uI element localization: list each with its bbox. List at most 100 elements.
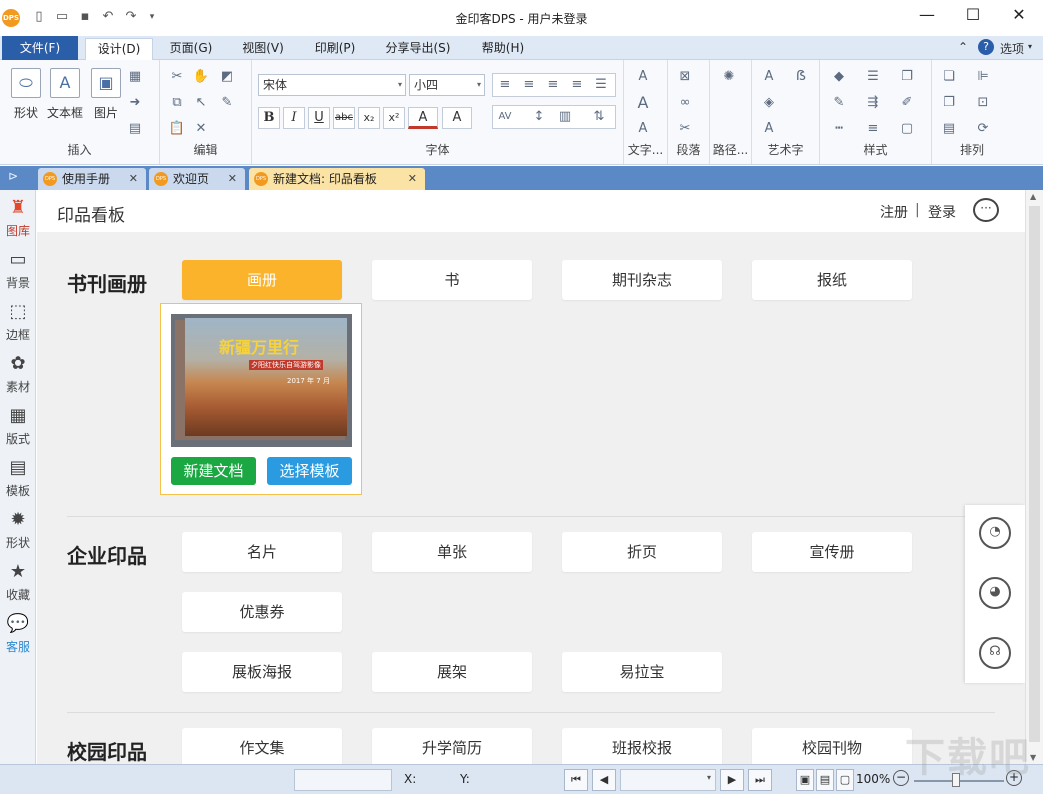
minimize-button[interactable]: — [904,0,950,32]
align-justify-icon[interactable]: ≡ [568,76,586,94]
text-direction-icon[interactable]: ⇅ [590,108,608,126]
link-icon[interactable]: ∞ [676,94,694,112]
qq-icon[interactable]: ◔ [979,517,1011,549]
close-icon[interactable]: ✕ [228,168,237,190]
fit-width-icon[interactable]: ▤ [816,769,834,791]
scroll-thumb[interactable] [1029,206,1040,742]
sidebar-item-border[interactable]: ⬚ 边框 [0,300,36,343]
category-newspaper[interactable]: 报纸 [752,260,912,300]
fill-color-icon[interactable]: ◆ [830,68,848,86]
grid-insert-icon[interactable]: ▤ [126,120,144,138]
category-essay-collection[interactable]: 作文集 [182,728,342,764]
rotate-icon[interactable]: ⟳ [974,120,992,138]
text-large-icon[interactable]: A [634,94,652,112]
menu-view[interactable]: 视图(V) [232,38,294,60]
new-document-button[interactable]: 新建文档 [171,457,256,485]
art-warp-icon[interactable]: ◈ [760,94,778,112]
delete-icon[interactable]: ✕ [192,120,210,138]
category-resume[interactable]: 升学简历 [372,728,532,764]
category-business-card[interactable]: 名片 [182,532,342,572]
align-center-icon[interactable]: ≡ [520,76,538,94]
tab-welcome[interactable]: DPS 欢迎页 ✕ [149,168,245,190]
category-book[interactable]: 书 [372,260,532,300]
art-style-icon[interactable]: ẞ [792,68,810,86]
menu-page[interactable]: 页面(G) [160,38,222,60]
italic-button[interactable]: I [283,107,305,129]
copy-icon[interactable]: ⧉ [168,94,186,112]
choose-template-button[interactable]: 选择模板 [267,457,352,485]
group-icon[interactable]: ⊡ [974,94,992,112]
line-color-icon[interactable]: ✎ [830,94,848,112]
close-icon[interactable]: ✕ [408,168,417,190]
arrow-style-icon[interactable]: ⇶ [864,94,882,112]
category-magazine[interactable]: 期刊杂志 [562,260,722,300]
login-link[interactable]: 登录 [928,202,956,222]
align-distribute-icon[interactable]: ☰ [592,76,610,94]
close-icon[interactable]: ✕ [129,168,138,190]
menu-file[interactable]: 文件(F) [2,36,78,60]
category-album[interactable]: 画册 [182,260,342,300]
category-flyer[interactable]: 单张 [372,532,532,572]
superscript-button[interactable]: x² [383,107,405,129]
sidebar-item-favorites[interactable]: ★ 收藏 [0,560,36,603]
connector-icon[interactable]: ➜ [126,94,144,112]
tab-manual[interactable]: DPS 使用手册 ✕ [38,168,146,190]
options-button[interactable]: 选项 [1000,40,1024,57]
pen-icon[interactable]: ✐ [898,94,916,112]
font-color-button[interactable]: A [408,107,438,129]
dash-style-icon[interactable]: ┅ [830,120,848,138]
fit-page-icon[interactable]: ▣ [796,769,814,791]
line-weight-icon[interactable]: ≡ [864,120,882,138]
lock-icon[interactable]: ▤ [940,120,958,138]
menu-print[interactable]: 印刷(P) [304,38,366,60]
chat-icon[interactable]: ··· [973,198,999,222]
underline-button[interactable]: U [308,107,330,129]
paste-icon[interactable]: 📋 [168,120,186,138]
cut-icon[interactable]: ✂ [168,68,186,86]
category-display-rack[interactable]: 展架 [372,652,532,692]
category-rollup-banner[interactable]: 易拉宝 [562,652,722,692]
sidebar-item-gallery[interactable]: ♜ 图库 [0,196,36,239]
subscript-button[interactable]: x₂ [358,107,380,129]
select-icon[interactable]: ↖ [192,94,210,112]
next-page-button[interactable]: ▶ [720,769,744,791]
category-campus-publication[interactable]: 校园刊物 [752,728,912,764]
vertical-scrollbar[interactable]: ▲ ▼ [1025,190,1043,764]
first-page-button[interactable]: ⏮ [564,769,588,791]
menu-share-export[interactable]: 分享导出(S) [376,38,460,60]
table-icon[interactable]: ▦ [126,68,144,86]
tab-new-document[interactable]: DPS 新建文档: 印品看板 ✕ [249,168,425,190]
wechat-icon[interactable]: ◕ [979,577,1011,609]
register-link[interactable]: 注册 [880,202,908,222]
sidebar-item-service[interactable]: 💬 客服 [0,612,36,655]
line-spacing-icon[interactable]: ↕ [530,108,548,126]
page-select[interactable]: ▾ [620,769,716,791]
category-brochure[interactable]: 宣传册 [752,532,912,572]
columns-icon[interactable]: ▥ [556,108,574,126]
unlink-icon[interactable]: ✂ [676,120,694,138]
category-coupon[interactable]: 优惠券 [182,592,342,632]
sidebar-item-template[interactable]: ▤ 模板 [0,456,36,499]
last-page-button[interactable]: ⏭ [748,769,772,791]
corner-style-icon[interactable]: ▢ [898,120,916,138]
close-button[interactable]: ✕ [996,0,1042,32]
sidebar-item-background[interactable]: ▭ 背景 [0,248,36,291]
sidebar-item-layout[interactable]: ▦ 版式 [0,404,36,447]
align-right-icon[interactable]: ≡ [544,76,562,94]
options-dropdown-icon[interactable]: ▾ [1028,42,1032,51]
char-spacing-icon[interactable]: AV [496,108,514,126]
sidebar-item-material[interactable]: ✿ 素材 [0,352,36,395]
menu-help[interactable]: 帮助(H) [470,38,536,60]
maximize-button[interactable]: ☐ [950,0,996,32]
menu-design[interactable]: 设计(D) [85,38,153,61]
collapse-ribbon-icon[interactable]: ⌃ [958,40,968,54]
insert-image-button[interactable]: ▣ 图片 [88,68,124,121]
font-effect-button[interactable]: A [442,107,472,129]
help-icon[interactable]: ? [978,39,994,55]
category-fold[interactable]: 折页 [562,532,722,572]
strikethrough-button[interactable]: abc [333,107,355,129]
text-effect-icon[interactable]: A [634,68,652,86]
align-objects-icon[interactable]: ⊫ [974,68,992,86]
art-3d-icon[interactable]: A [760,120,778,138]
send-backward-icon[interactable]: ❐ [940,94,958,112]
